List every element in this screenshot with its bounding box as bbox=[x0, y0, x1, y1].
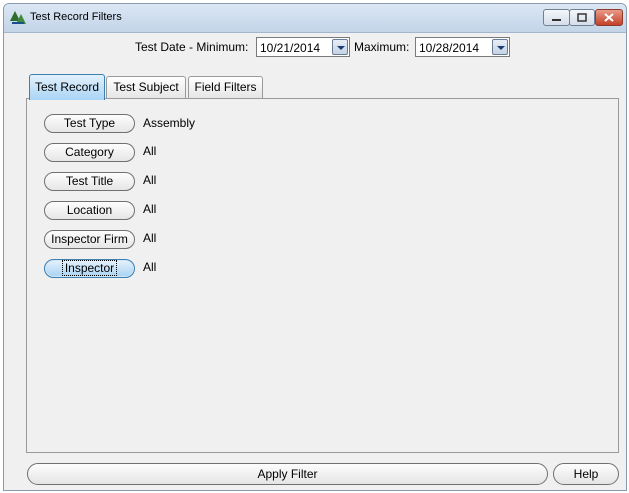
chevron-down-icon[interactable] bbox=[332, 39, 348, 55]
pine-tree-icon bbox=[10, 11, 26, 24]
test-title-button[interactable]: Test Title bbox=[44, 172, 135, 191]
close-button[interactable] bbox=[595, 9, 623, 26]
location-button-label: Location bbox=[66, 203, 113, 217]
maximize-icon bbox=[577, 13, 587, 22]
filters-panel: Test Type Assembly Category All Test Tit… bbox=[26, 98, 619, 453]
inspector-value: All bbox=[143, 260, 157, 274]
inspector-button[interactable]: Inspector bbox=[44, 259, 135, 278]
inspector-button-label: Inspector bbox=[61, 260, 118, 276]
category-button[interactable]: Category bbox=[44, 143, 135, 162]
date-range-row: Test Date - Minimum: 10/21/2014 Maximum:… bbox=[4, 37, 626, 59]
inspector-firm-value: All bbox=[143, 231, 157, 245]
close-icon bbox=[604, 13, 614, 22]
tab-test-record[interactable]: Test Record bbox=[29, 74, 105, 100]
apply-filter-button[interactable]: Apply Filter bbox=[27, 463, 548, 485]
minimize-button[interactable] bbox=[543, 9, 570, 26]
location-button[interactable]: Location bbox=[44, 201, 135, 220]
window-title: Test Record Filters bbox=[30, 11, 122, 23]
test-title-button-label: Test Title bbox=[65, 174, 114, 188]
minimize-icon bbox=[552, 19, 561, 21]
max-date-picker[interactable]: 10/28/2014 bbox=[415, 37, 510, 57]
min-date-label: Test Date - Minimum: bbox=[135, 40, 249, 54]
min-date-picker[interactable]: 10/21/2014 bbox=[256, 37, 350, 57]
maximize-button[interactable] bbox=[569, 9, 595, 26]
title-bar[interactable]: Test Record Filters bbox=[4, 4, 626, 33]
inspector-firm-button[interactable]: Inspector Firm bbox=[44, 230, 135, 249]
max-date-value: 10/28/2014 bbox=[419, 41, 480, 55]
location-value: All bbox=[143, 202, 157, 216]
help-button[interactable]: Help bbox=[553, 463, 619, 485]
filter-window: Test Record Filters Test Date - Minimum:… bbox=[3, 3, 627, 491]
tab-field-filters[interactable]: Field Filters bbox=[188, 76, 263, 99]
test-type-button[interactable]: Test Type bbox=[44, 114, 135, 133]
min-date-value: 10/21/2014 bbox=[260, 41, 321, 55]
category-button-label: Category bbox=[65, 145, 114, 159]
tab-test-subject[interactable]: Test Subject bbox=[106, 76, 186, 99]
test-title-value: All bbox=[143, 173, 157, 187]
test-type-value: Assembly bbox=[143, 116, 196, 130]
inspector-firm-button-label: Inspector Firm bbox=[51, 232, 128, 246]
chevron-down-icon[interactable] bbox=[492, 39, 508, 55]
category-value: All bbox=[143, 144, 157, 158]
max-date-label: Maximum: bbox=[354, 40, 410, 54]
test-type-button-label: Test Type bbox=[63, 116, 116, 130]
